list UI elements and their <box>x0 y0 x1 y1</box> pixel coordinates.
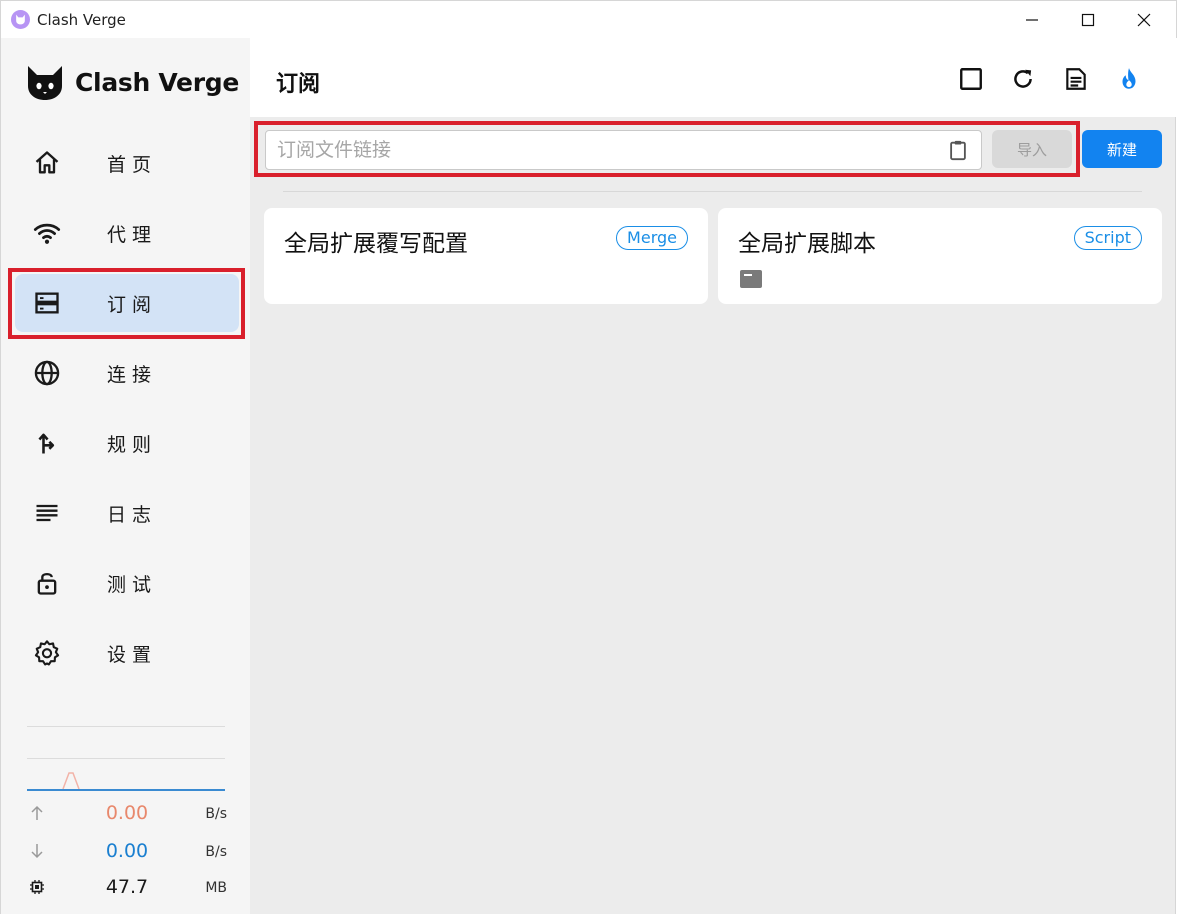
sidebar-item-label: 测试 <box>107 574 158 596</box>
file-icon <box>740 270 762 288</box>
memory-usage: 47.7 MB <box>27 876 227 900</box>
close-button[interactable] <box>1121 1 1167 39</box>
sidebar-divider <box>27 758 225 759</box>
upload-speed: 0.00 B/s <box>27 802 227 826</box>
sidebar-item-settings[interactable]: 设置 <box>15 624 239 682</box>
upload-value: 0.00 <box>105 802 149 824</box>
gear-icon <box>33 639 61 667</box>
lock-open-icon <box>33 569 61 597</box>
minimize-button[interactable] <box>1009 1 1055 39</box>
activate-button[interactable] <box>1114 64 1144 94</box>
flame-icon <box>1122 68 1136 89</box>
globe-icon <box>33 359 61 387</box>
sidebar-item-connections[interactable]: 连接 <box>15 344 239 402</box>
title-bar: Clash Verge <box>0 0 1177 38</box>
sidebar-item-logs[interactable]: 日志 <box>15 484 239 542</box>
refresh-icon <box>1014 69 1032 88</box>
sidebar-item-proxy[interactable]: 代理 <box>15 204 239 262</box>
sidebar-item-label: 规则 <box>107 434 158 456</box>
sidebar-item-label: 代理 <box>107 224 158 246</box>
card-type-badge: Script <box>1073 226 1142 250</box>
import-button[interactable]: 导入 <box>992 130 1072 168</box>
sidebar-item-home[interactable]: 首页 <box>15 134 239 192</box>
card-type-badge: Merge <box>616 226 688 250</box>
lines-icon <box>33 499 61 527</box>
fork-arrow-icon <box>33 429 61 457</box>
clipboard-paste-icon[interactable] <box>947 139 969 161</box>
traffic-graph-line <box>27 789 225 791</box>
memory-chip-icon <box>30 880 44 894</box>
arrow-up-icon <box>31 805 43 820</box>
maximize-icon <box>1081 13 1095 27</box>
sidebar: Clash Verge 首页 代理 订阅 连接 规则 日志 测试 设置 0.00… <box>0 38 250 914</box>
window-title: Clash Verge <box>37 11 126 29</box>
subscription-url-input[interactable] <box>266 131 936 169</box>
sidebar-item-label: 订阅 <box>107 294 158 316</box>
arrow-down-icon <box>31 844 43 859</box>
traffic-graph-spike <box>62 772 80 789</box>
wifi-icon <box>33 219 61 247</box>
profile-card-script[interactable]: 全局扩展脚本 Script <box>718 208 1162 304</box>
refresh-button[interactable] <box>1008 64 1038 94</box>
sidebar-item-test[interactable]: 测试 <box>15 554 239 612</box>
download-unit: B/s <box>205 844 227 860</box>
sidebar-item-label: 设置 <box>107 644 158 666</box>
home-icon <box>33 149 61 177</box>
new-profile-button[interactable]: 新建 <box>1082 130 1162 168</box>
storage-icon <box>33 289 61 317</box>
cat-logo-icon <box>28 66 62 100</box>
download-value: 0.00 <box>105 840 149 862</box>
minimize-icon <box>1026 19 1038 21</box>
maximize-button[interactable] <box>1065 1 1111 39</box>
logo-text: Clash Verge <box>75 67 239 97</box>
sidebar-item-rules[interactable]: 规则 <box>15 414 239 472</box>
subscription-url-field[interactable] <box>265 130 982 170</box>
page-title: 订阅 <box>276 72 321 97</box>
close-icon <box>1137 13 1151 27</box>
main-panel: 订阅 导入 新建 全局扩展覆写配置 Merge 全局扩展脚本 Script <box>250 38 1176 914</box>
sidebar-item-label: 连接 <box>107 364 158 386</box>
sidebar-item-label: 首页 <box>107 154 158 176</box>
profile-card-merge[interactable]: 全局扩展覆写配置 Merge <box>264 208 708 304</box>
download-speed: 0.00 B/s <box>27 840 227 864</box>
sidebar-item-label: 日志 <box>107 504 158 526</box>
content-divider <box>283 191 1142 192</box>
app-cat-icon <box>11 10 30 29</box>
memory-value: 47.7 <box>105 876 149 898</box>
select-toggle-button[interactable] <box>956 64 986 94</box>
sidebar-item-profiles[interactable]: 订阅 <box>15 274 239 332</box>
card-title: 全局扩展脚本 <box>738 231 876 257</box>
memory-unit: MB <box>205 880 227 896</box>
logo: Clash Verge <box>25 62 239 102</box>
main-header: 订阅 <box>250 38 1176 117</box>
upload-unit: B/s <box>205 806 227 822</box>
document-icon <box>1066 68 1086 90</box>
sidebar-divider <box>27 726 225 727</box>
square-icon <box>960 68 982 90</box>
edit-config-button[interactable] <box>1061 64 1091 94</box>
card-title: 全局扩展覆写配置 <box>284 231 468 257</box>
